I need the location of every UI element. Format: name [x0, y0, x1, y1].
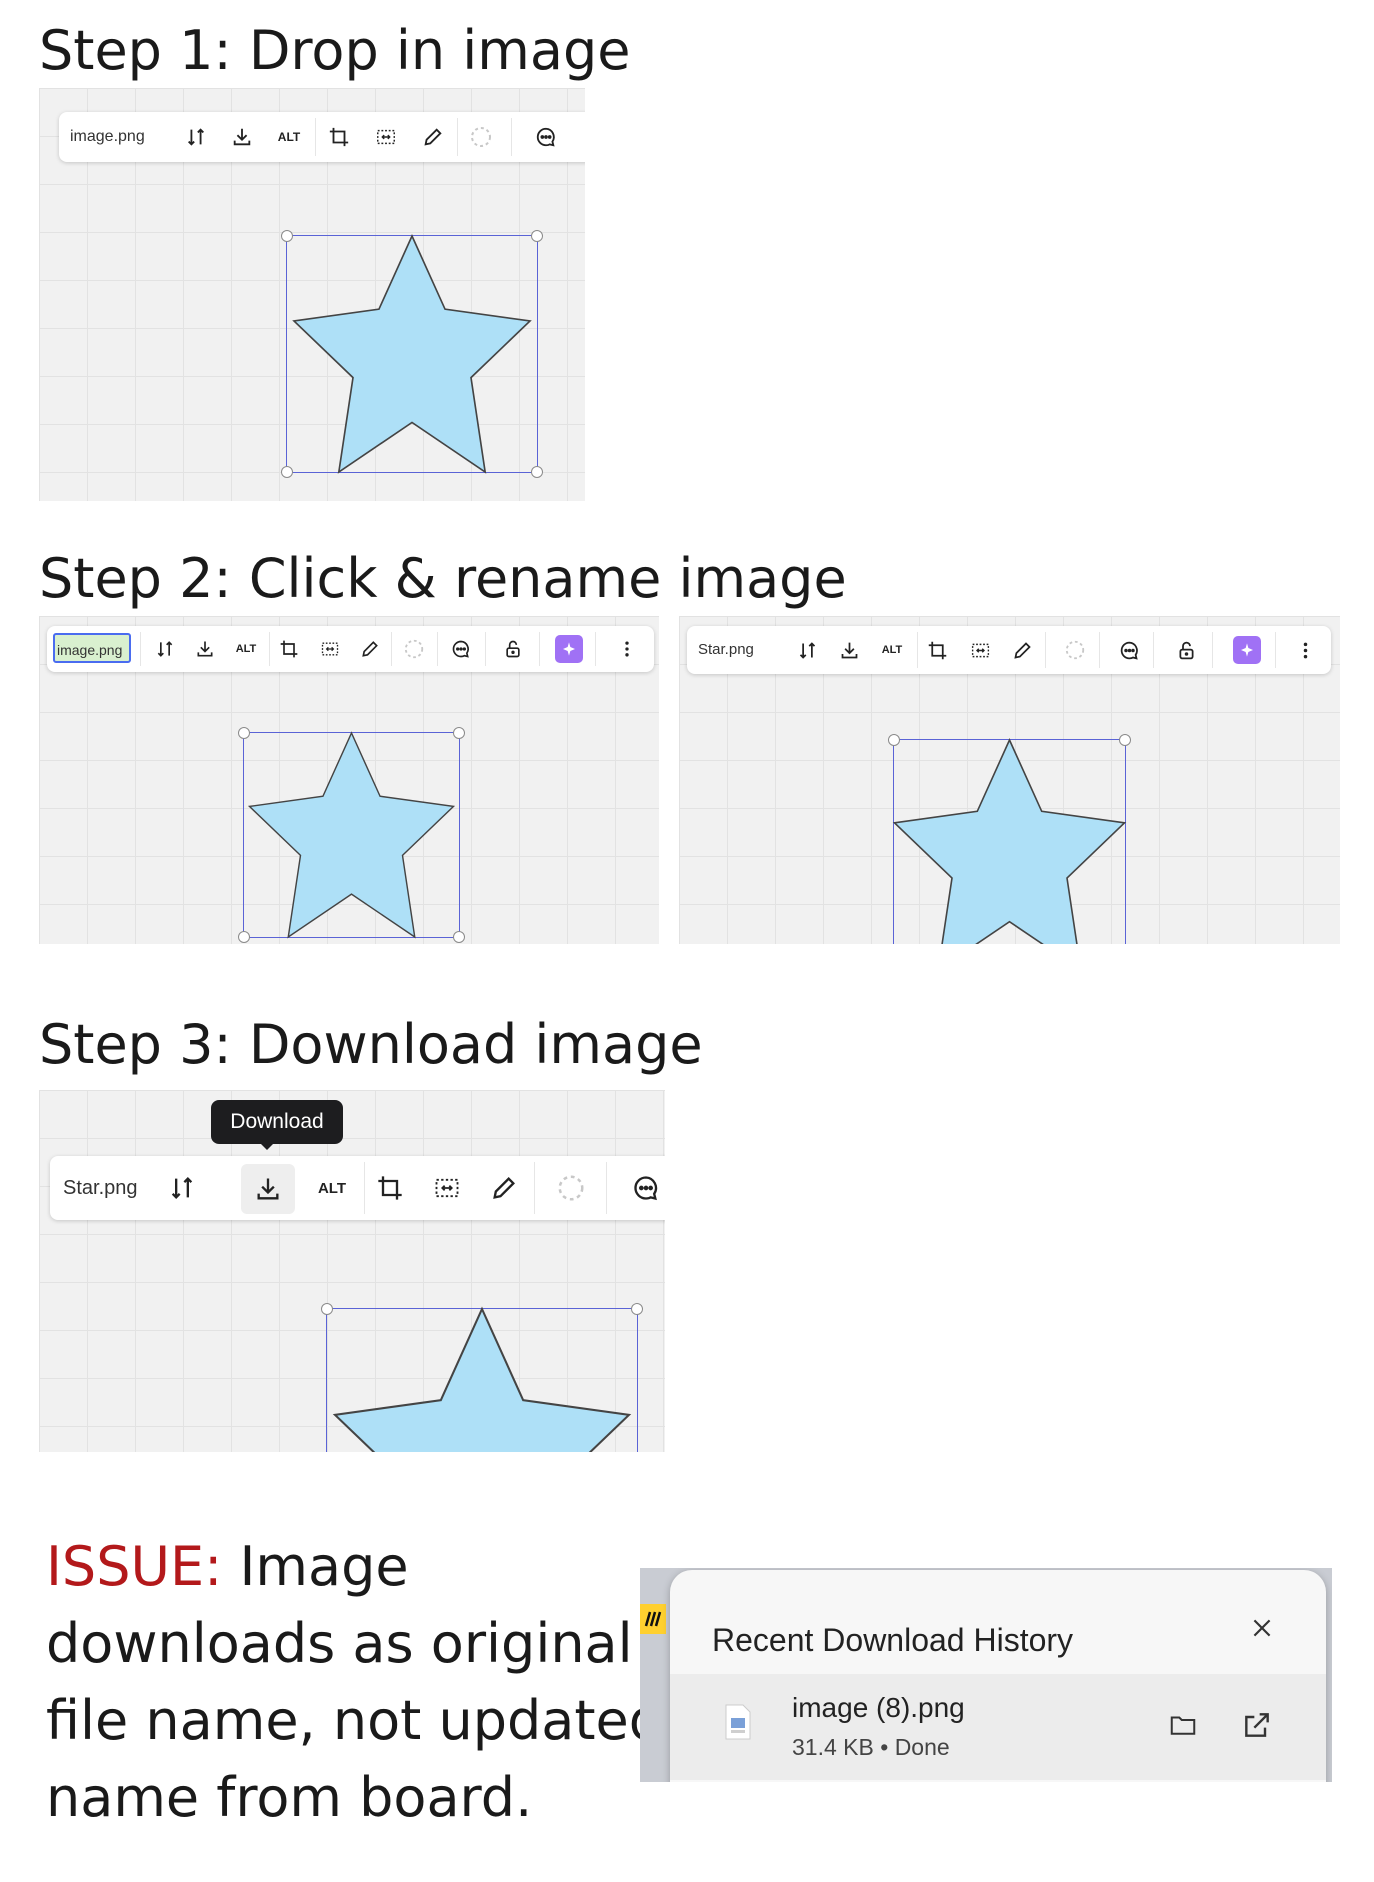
- tooltip-arrow: [260, 1143, 274, 1150]
- download-item-name[interactable]: image (8).png: [792, 1692, 965, 1724]
- ai-sparkle-icon[interactable]: [1233, 636, 1261, 664]
- crop-icon[interactable]: [326, 124, 352, 150]
- download-tooltip: Download: [211, 1100, 343, 1144]
- star-image[interactable]: [892, 738, 1127, 944]
- step3-toolbar: Star.png ALT: [50, 1156, 665, 1220]
- download-history-title: Recent Download History: [712, 1622, 1074, 1658]
- loading-icon: [1063, 638, 1087, 662]
- download-item-status: Done: [894, 1734, 950, 1760]
- download-item-size: 31.4 KB: [792, 1734, 874, 1760]
- more-icon[interactable]: [1293, 638, 1317, 662]
- download-icon[interactable]: [837, 638, 861, 662]
- step2-toolbar-editing: image.png ALT: [47, 626, 654, 672]
- pen-icon[interactable]: [358, 637, 382, 661]
- file-icon: [720, 1702, 756, 1742]
- swap-icon[interactable]: [153, 637, 177, 661]
- star-image[interactable]: [327, 1306, 637, 1452]
- download-icon[interactable]: [241, 1164, 295, 1214]
- more-icon[interactable]: [615, 637, 639, 661]
- alt-text-button[interactable]: ALT: [877, 638, 907, 662]
- download-item[interactable]: image (8).png 31.4 KB • Done: [670, 1674, 1326, 1780]
- swap-icon[interactable]: [795, 638, 819, 662]
- folder-icon[interactable]: [1164, 1706, 1202, 1744]
- fit-icon[interactable]: [318, 637, 342, 661]
- alt-text-button[interactable]: ALT: [274, 124, 304, 150]
- fit-icon[interactable]: [373, 124, 399, 150]
- lock-icon[interactable]: [1174, 638, 1198, 662]
- comment-icon[interactable]: [449, 637, 473, 661]
- step2-canvas-renamed[interactable]: Star.png ALT: [679, 616, 1340, 944]
- step3-canvas[interactable]: Download Star.png ALT: [39, 1090, 665, 1452]
- filename-label[interactable]: Star.png: [63, 1177, 138, 1200]
- step2-toolbar-renamed: Star.png ALT: [687, 626, 1331, 674]
- loading-icon: [468, 124, 494, 150]
- meta-separator: •: [880, 1734, 889, 1760]
- download-icon[interactable]: [193, 637, 217, 661]
- fit-icon[interactable]: [431, 1172, 463, 1204]
- lock-icon[interactable]: [501, 637, 525, 661]
- pen-icon[interactable]: [1010, 638, 1034, 662]
- fit-icon[interactable]: [968, 638, 992, 662]
- ai-sparkle-icon[interactable]: [555, 635, 583, 663]
- comment-icon[interactable]: [1117, 638, 1141, 662]
- filename-label[interactable]: Star.png: [698, 641, 754, 658]
- loading-icon: [555, 1172, 587, 1204]
- comment-icon[interactable]: [533, 124, 559, 150]
- download-history-panel: Recent Download History image (8).png 31…: [670, 1570, 1326, 1782]
- open-external-icon[interactable]: [1238, 1706, 1276, 1744]
- download-item-meta: 31.4 KB • Done: [792, 1734, 950, 1761]
- swap-icon[interactable]: [183, 124, 209, 150]
- close-icon[interactable]: [1244, 1610, 1280, 1646]
- step1-canvas[interactable]: image.png ALT: [39, 88, 585, 501]
- pen-icon[interactable]: [488, 1172, 520, 1204]
- star-image[interactable]: [287, 233, 537, 474]
- crop-icon[interactable]: [925, 638, 949, 662]
- filename-label[interactable]: image.png: [70, 128, 145, 146]
- filename-input[interactable]: image.png: [53, 633, 131, 663]
- miro-logo-icon: [640, 1604, 666, 1634]
- download-icon[interactable]: [229, 124, 255, 150]
- step1-toolbar: image.png ALT: [59, 112, 585, 162]
- step3-heading: Step 3: Download image: [39, 1013, 703, 1076]
- swap-icon[interactable]: [166, 1172, 198, 1204]
- alt-text-button[interactable]: ALT: [312, 1172, 352, 1204]
- issue-label: ISSUE:: [46, 1535, 223, 1598]
- crop-icon[interactable]: [277, 637, 301, 661]
- alt-text-button[interactable]: ALT: [231, 637, 261, 661]
- comment-icon[interactable]: [630, 1172, 662, 1204]
- step2-heading: Step 2: Click & rename image: [39, 547, 847, 610]
- crop-icon[interactable]: [374, 1172, 406, 1204]
- step2-canvas-editing[interactable]: image.png ALT: [39, 616, 659, 944]
- star-image[interactable]: [244, 731, 459, 939]
- loading-icon: [402, 637, 426, 661]
- step1-heading: Step 1: Drop in image: [39, 19, 631, 82]
- issue-description: ISSUE: Image downloads as original file …: [46, 1528, 666, 1836]
- pen-icon[interactable]: [420, 124, 446, 150]
- download-history-screenshot: Recent Download History image (8).png 31…: [640, 1568, 1332, 1782]
